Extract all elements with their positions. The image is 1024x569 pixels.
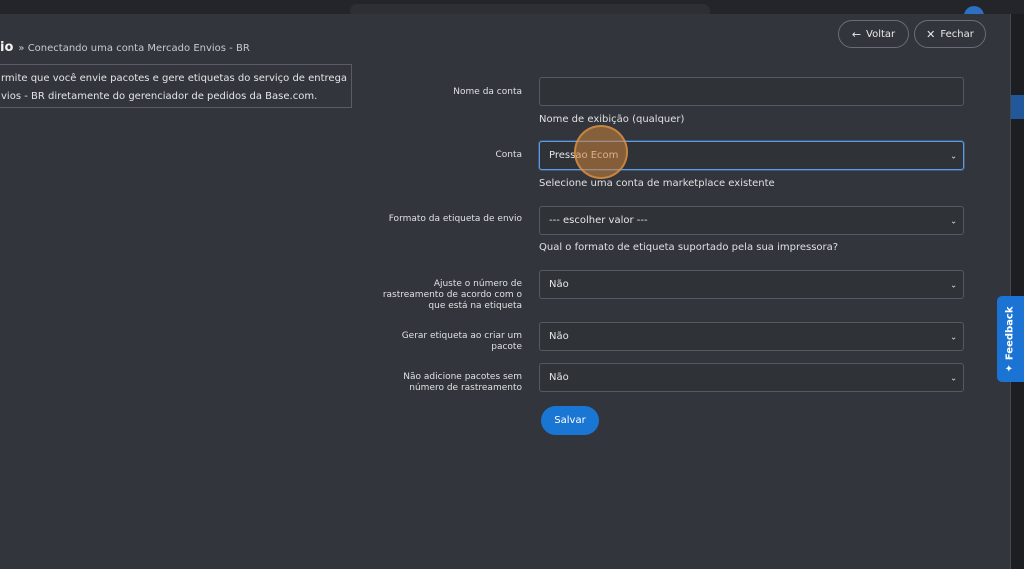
feedback-tab[interactable]: ✦ Feedback — [997, 296, 1024, 382]
no-packages-select[interactable]: Não ⌄ — [539, 363, 964, 392]
description-line-1: rmite que você envie pacotes e gere etiq… — [1, 73, 348, 84]
close-icon: ✕ — [926, 27, 936, 41]
arrow-left-icon: ← — [851, 27, 862, 41]
background-panel-strip — [1010, 95, 1024, 119]
no-packages-label: Não adicione pacotes sem número de rastr… — [403, 372, 522, 394]
feedback-label: Feedback — [1005, 305, 1016, 360]
no-packages-label-line-1: Não adicione pacotes sem — [403, 372, 522, 382]
adjust-tracking-label-line-2: rastreamento de acordo com o — [382, 290, 522, 300]
generate-label-label-line-2: pacote — [491, 342, 522, 352]
save-button[interactable]: Salvar — [541, 406, 599, 435]
label-format-select-value: --- escolher valor --- — [549, 215, 648, 226]
sparkle-icon: ✦ — [1005, 363, 1016, 373]
account-name-input[interactable] — [539, 77, 964, 106]
breadcrumb-subtitle: » Conectando uma conta Mercado Envios - … — [18, 43, 250, 54]
integration-modal: io » Conectando uma conta Mercado Envios … — [0, 14, 1011, 569]
chevron-down-icon: ⌄ — [950, 151, 957, 160]
adjust-tracking-label-line-1: Ajuste o número de — [433, 279, 522, 289]
generate-label-select-value: Não — [549, 331, 569, 342]
close-button-label: Fechar — [940, 28, 974, 40]
account-hint: Selecione uma conta de marketplace exist… — [539, 178, 775, 189]
chevron-down-icon: ⌄ — [950, 332, 957, 341]
adjust-tracking-label-line-3: que está na etiqueta — [428, 301, 522, 311]
label-format-select[interactable]: --- escolher valor --- ⌄ — [539, 206, 964, 235]
chevron-down-icon: ⌄ — [950, 216, 957, 225]
close-button[interactable]: ✕ Fechar — [914, 20, 986, 48]
back-button[interactable]: ← Voltar — [838, 20, 909, 48]
adjust-tracking-select-value: Não — [549, 279, 569, 290]
account-name-label: Nome da conta — [453, 87, 522, 97]
adjust-tracking-select[interactable]: Não ⌄ — [539, 270, 964, 299]
page-title: io — [0, 40, 14, 55]
generate-label-select[interactable]: Não ⌄ — [539, 322, 964, 351]
description-line-2: vios - BR diretamente do gerenciador de … — [1, 91, 318, 102]
label-format-hint: Qual o formato de etiqueta suportado pel… — [539, 242, 839, 253]
no-packages-label-line-2: número de rastreamento — [409, 383, 522, 393]
back-button-label: Voltar — [866, 28, 896, 40]
generate-label-label-line-1: Gerar etiqueta ao criar um — [401, 331, 522, 341]
chevron-down-icon: ⌄ — [950, 373, 957, 382]
adjust-tracking-label: Ajuste o número de rastreamento de acord… — [383, 279, 522, 312]
chevron-down-icon: ⌄ — [950, 280, 957, 289]
no-packages-select-value: Não — [549, 372, 569, 383]
account-label: Conta — [495, 150, 522, 160]
generate-label-label: Gerar etiqueta ao criar um pacote — [402, 331, 522, 353]
account-select[interactable]: Pressao Ecom ⌄ — [539, 141, 964, 170]
account-select-value: Pressao Ecom — [549, 150, 619, 161]
app-top-bar — [0, 0, 1024, 26]
breadcrumb: io » Conectando uma conta Mercado Envios … — [0, 36, 250, 55]
account-name-hint: Nome de exibição (qualquer) — [539, 114, 685, 125]
description-box: rmite que você envie pacotes e gere etiq… — [0, 64, 352, 108]
label-format-label: Formato da etiqueta de envio — [388, 214, 522, 224]
